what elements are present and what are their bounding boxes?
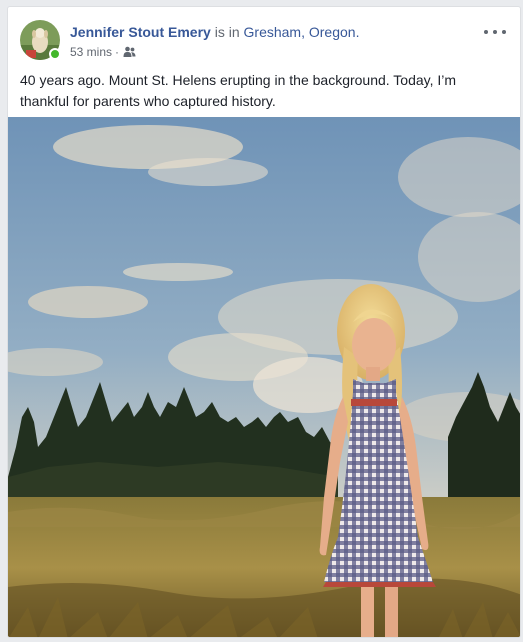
more-options-icon[interactable] xyxy=(484,25,506,39)
location-link[interactable]: Gresham, Oregon. xyxy=(244,24,360,40)
meta-separator: · xyxy=(115,45,120,59)
more-dot xyxy=(502,30,506,34)
post-timestamp[interactable]: 53 mins xyxy=(70,44,112,60)
author-name-link[interactable]: Jennifer Stout Emery xyxy=(70,24,211,40)
post-card: Jennifer Stout Emery is in Gresham, Oreg… xyxy=(7,6,521,638)
author-avatar[interactable] xyxy=(20,20,61,60)
online-status-indicator xyxy=(49,48,61,60)
location-connector: is in xyxy=(214,24,240,40)
post-photo[interactable] xyxy=(8,117,521,638)
post-title-line: Jennifer Stout Emery is in Gresham, Oreg… xyxy=(70,23,359,41)
post-message: 40 years ago. Mount St. Helens erupting … xyxy=(20,72,457,109)
more-dot xyxy=(493,30,497,34)
post-header: Jennifer Stout Emery is in Gresham, Oreg… xyxy=(20,20,508,64)
more-dot xyxy=(484,30,488,34)
post-meta: 53 mins · xyxy=(70,44,136,60)
friends-icon[interactable] xyxy=(123,46,136,58)
